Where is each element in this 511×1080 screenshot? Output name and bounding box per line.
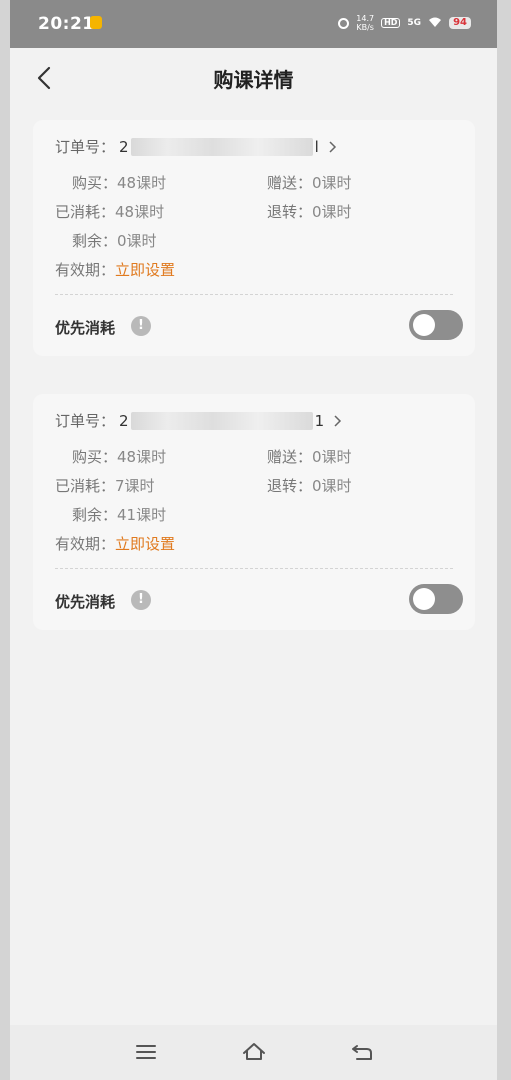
validity-label: 有效期： bbox=[55, 535, 116, 553]
remaining-label: 剩余： bbox=[72, 232, 118, 250]
network-speed-value: 14.7 bbox=[356, 14, 375, 23]
refund-row: 退转：0课时 bbox=[267, 475, 352, 496]
remaining-value: 0课时 bbox=[117, 232, 157, 250]
remaining-label: 剩余： bbox=[72, 506, 118, 524]
status-time: 20:21 bbox=[38, 14, 95, 34]
purchase-value: 48课时 bbox=[117, 448, 167, 466]
network-speed: 14.7 KB/s bbox=[356, 14, 374, 32]
signal-icon: 5G bbox=[407, 17, 422, 28]
order-number-suffix: l bbox=[314, 137, 319, 156]
gift-row: 赠送：0课时 bbox=[267, 172, 352, 193]
order-number-suffix: 1 bbox=[314, 411, 325, 430]
refund-label: 退转： bbox=[267, 477, 313, 495]
validity-label: 有效期： bbox=[55, 261, 116, 279]
gift-label: 赠送： bbox=[267, 174, 313, 192]
refund-label: 退转： bbox=[267, 203, 313, 221]
validity-row: 有效期：立即设置 bbox=[55, 259, 175, 280]
refund-value: 0课时 bbox=[312, 477, 352, 495]
consumed-value: 7课时 bbox=[115, 477, 155, 495]
remaining-row: 剩余：41课时 bbox=[72, 504, 166, 525]
order-number-prefix: 2 bbox=[119, 411, 129, 430]
toggle-knob bbox=[413, 588, 435, 610]
status-bar: 20:21 14.7 KB/s HD 5G 94 bbox=[10, 0, 497, 48]
priority-consume-toggle[interactable] bbox=[409, 310, 463, 340]
set-validity-link[interactable]: 立即设置 bbox=[115, 261, 175, 279]
refund-value: 0课时 bbox=[312, 203, 352, 221]
order-number-row[interactable]: 订单号： 2 l bbox=[55, 136, 337, 157]
priority-consume-toggle[interactable] bbox=[409, 584, 463, 614]
network-speed-unit: KB/s bbox=[356, 23, 374, 32]
order-number-redacted bbox=[130, 411, 313, 430]
consumed-row: 已消耗：7课时 bbox=[55, 475, 155, 496]
consumed-value: 48课时 bbox=[115, 203, 165, 221]
info-icon[interactable]: ! bbox=[131, 316, 151, 336]
priority-consume-label: 优先消耗 bbox=[55, 593, 116, 611]
purchase-label: 购买： bbox=[72, 448, 118, 466]
phone-screen: 20:21 14.7 KB/s HD 5G 94 购课详情 订单号： 2 l 购… bbox=[10, 0, 497, 1080]
status-icons: 14.7 KB/s HD 5G 94 bbox=[338, 14, 471, 32]
purchase-row: 购买：48课时 bbox=[72, 172, 166, 193]
menu-icon[interactable] bbox=[133, 1039, 159, 1065]
consumed-label: 已消耗： bbox=[55, 477, 116, 495]
order-card: 订单号： 2 l 购买：48课时 赠送：0课时 已消耗：48课时 退转：0课时 … bbox=[33, 120, 475, 356]
header: 购课详情 bbox=[10, 48, 497, 108]
page-title: 购课详情 bbox=[213, 68, 294, 92]
order-number-row[interactable]: 订单号： 2 1 bbox=[55, 410, 342, 431]
validity-row: 有效期：立即设置 bbox=[55, 533, 175, 554]
chevron-right-icon bbox=[329, 140, 336, 153]
chevron-right-icon bbox=[334, 414, 342, 427]
set-validity-link[interactable]: 立即设置 bbox=[115, 535, 175, 553]
back-nav-icon[interactable] bbox=[349, 1039, 375, 1065]
order-number-redacted bbox=[130, 137, 313, 156]
gift-value: 0课时 bbox=[312, 174, 352, 192]
alarm-icon bbox=[338, 17, 350, 29]
gift-value: 0课时 bbox=[312, 448, 352, 466]
order-number-prefix: 2 bbox=[119, 137, 129, 156]
battery-icon: 94 bbox=[449, 17, 471, 29]
remaining-row: 剩余：0课时 bbox=[72, 230, 157, 251]
app-notification-icon bbox=[90, 16, 102, 29]
purchase-row: 购买：48课时 bbox=[72, 446, 166, 467]
remaining-value: 41课时 bbox=[117, 506, 167, 524]
refund-row: 退转：0课时 bbox=[267, 201, 352, 222]
purchase-value: 48课时 bbox=[117, 174, 167, 192]
consumed-label: 已消耗： bbox=[55, 203, 116, 221]
info-icon[interactable]: ! bbox=[131, 590, 151, 610]
consumed-row: 已消耗：48课时 bbox=[55, 201, 164, 222]
divider bbox=[55, 568, 453, 569]
order-number-label: 订单号： bbox=[55, 412, 116, 430]
divider bbox=[55, 294, 453, 295]
home-icon[interactable] bbox=[241, 1039, 267, 1065]
toggle-knob bbox=[413, 314, 435, 336]
order-card: 订单号： 2 1 购买：48课时 赠送：0课时 已消耗：7课时 退转：0课时 剩… bbox=[33, 394, 475, 630]
gift-label: 赠送： bbox=[267, 448, 313, 466]
wifi-icon bbox=[428, 17, 442, 30]
priority-consume-label: 优先消耗 bbox=[55, 319, 116, 337]
gift-row: 赠送：0课时 bbox=[267, 446, 352, 467]
system-nav-bar bbox=[10, 1025, 497, 1080]
purchase-label: 购买： bbox=[72, 174, 118, 192]
hd-icon: HD bbox=[381, 18, 401, 28]
order-number-label: 订单号： bbox=[55, 138, 116, 156]
